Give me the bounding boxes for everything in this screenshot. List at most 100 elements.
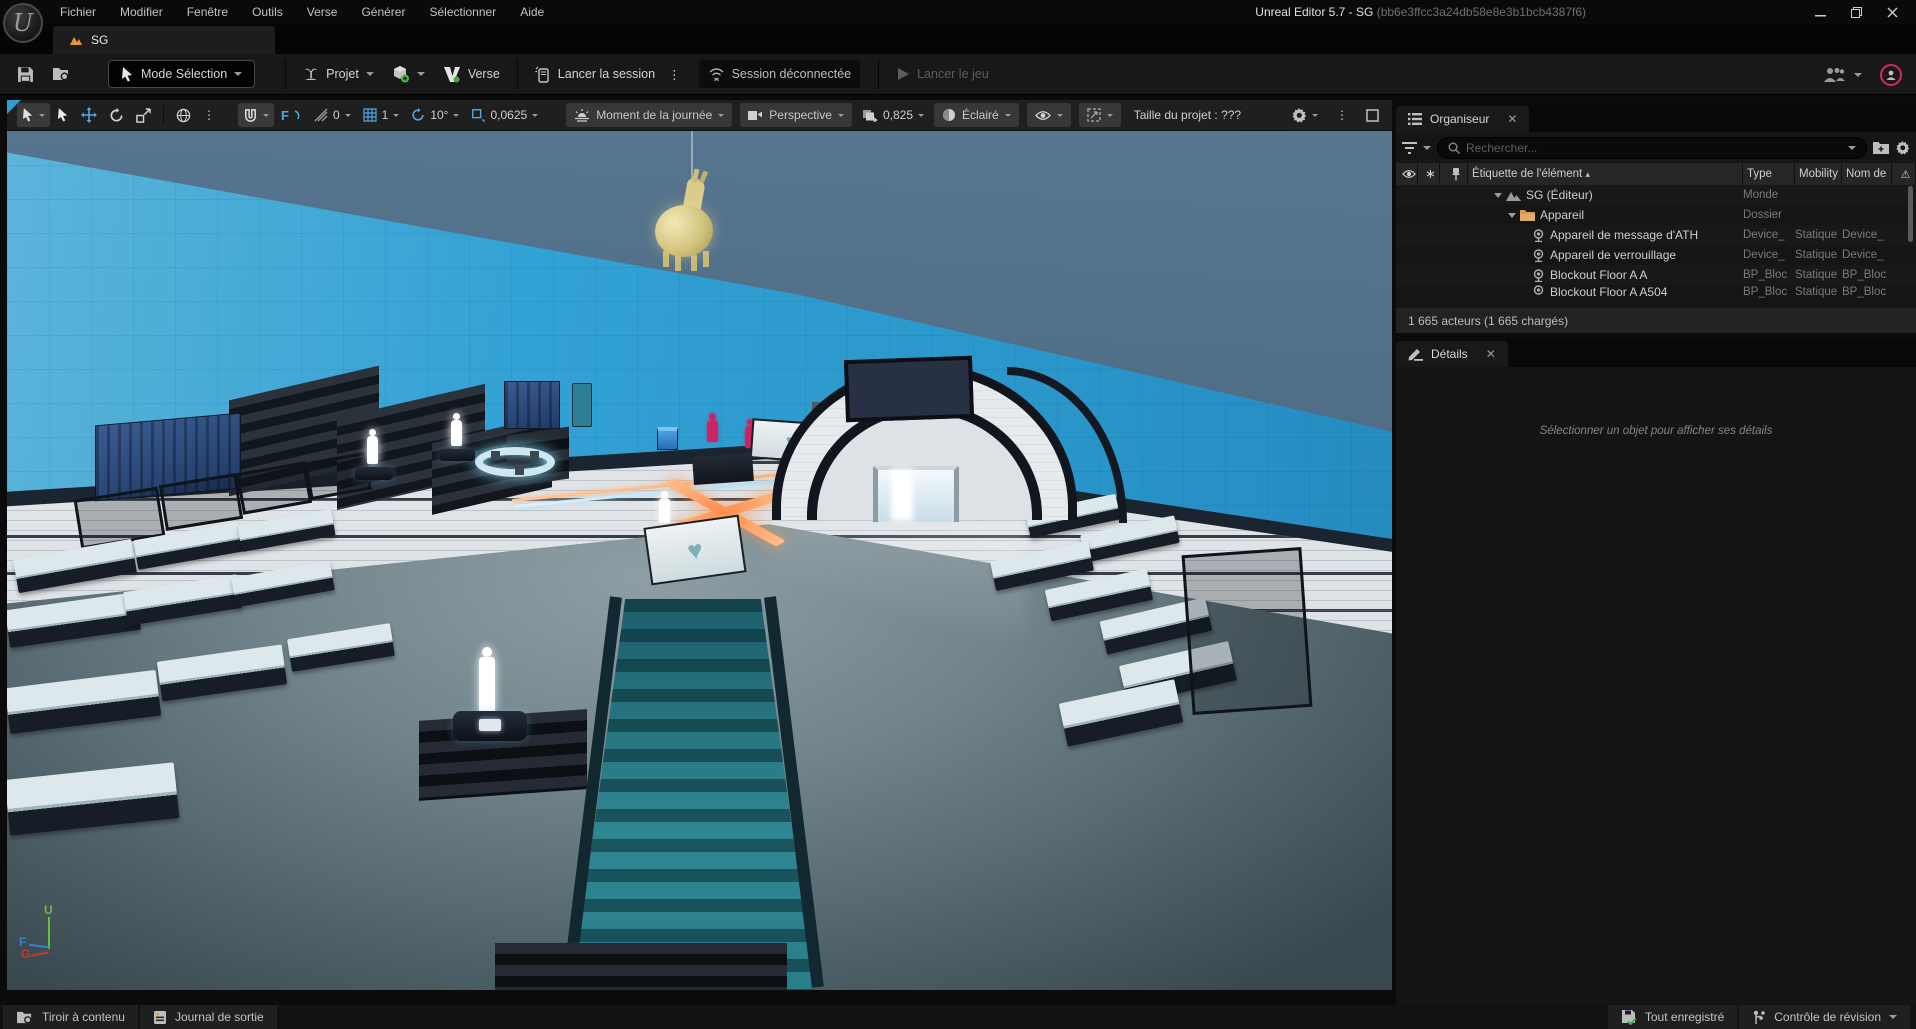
tab-label: SG xyxy=(91,33,108,47)
close-icon[interactable]: ✕ xyxy=(1486,347,1496,361)
snap-dropdown[interactable] xyxy=(238,103,274,127)
camera-speed-dropdown[interactable]: 0,825 xyxy=(857,103,929,127)
rotate-icon xyxy=(109,108,124,123)
output-log-button[interactable]: Journal de sortie xyxy=(140,1005,277,1029)
save-button[interactable] xyxy=(8,59,43,89)
menu-generer[interactable]: Générer xyxy=(349,0,417,24)
scrollbar[interactable] xyxy=(1908,186,1913,242)
launch-session-options-button[interactable]: ⋮ xyxy=(664,59,685,89)
add-content-dropdown[interactable] xyxy=(383,59,434,89)
menu-modifier[interactable]: Modifier xyxy=(108,0,175,24)
surface-snap-button[interactable]: F xyxy=(276,103,307,127)
preview-dashed-icon xyxy=(1087,108,1101,122)
transform-options-button[interactable]: ⋮ xyxy=(198,103,220,127)
folder-icon xyxy=(1520,209,1535,221)
details-empty-message: Sélectionner un objet pour afficher ses … xyxy=(1396,425,1916,437)
chevron-down-icon xyxy=(39,114,45,117)
location-grid-snap-dropdown[interactable]: 0 xyxy=(309,103,356,127)
camera-icon xyxy=(748,110,763,121)
globe-icon xyxy=(176,108,191,123)
favorite-column-header[interactable]: ∗ xyxy=(1418,163,1440,185)
warning-column-header[interactable]: ⚠ xyxy=(1892,163,1916,185)
mode-select-dropdown[interactable]: Mode Sélection xyxy=(108,60,255,88)
pin-column-header[interactable] xyxy=(1440,163,1468,185)
rotation-snap-dropdown[interactable]: 10° xyxy=(406,103,464,127)
menu-selectionner[interactable]: Sélectionner xyxy=(417,0,508,24)
menu-aide[interactable]: Aide xyxy=(508,0,556,24)
browse-content-button[interactable] xyxy=(43,59,80,89)
search-input[interactable] xyxy=(1466,141,1842,155)
expand-arrow[interactable] xyxy=(1508,213,1516,218)
viewport-options-button[interactable]: ⋮ xyxy=(1331,103,1353,127)
session-id: (bb6e3ffcc3a24db58e8e3b1bcb4387f6) xyxy=(1377,5,1586,19)
pin-icon xyxy=(1451,168,1461,181)
move-tool-button[interactable] xyxy=(76,103,102,127)
add-folder-icon[interactable] xyxy=(1873,141,1889,154)
time-of-day-dropdown[interactable]: Moment de la journée xyxy=(566,103,732,127)
chevron-down-icon[interactable] xyxy=(1848,146,1856,150)
select-tool-button[interactable] xyxy=(52,103,74,127)
expand-arrow[interactable] xyxy=(1494,193,1502,198)
chevron-down-icon xyxy=(1107,114,1113,117)
type-column-header[interactable]: Type xyxy=(1743,163,1795,185)
right-dock: Organiseur ✕ ∗ Étiquette de l'élé xyxy=(1396,95,1916,1010)
tab-level-sg[interactable]: SG xyxy=(53,26,275,54)
chevron-down-icon xyxy=(718,114,724,117)
projection-dropdown[interactable]: Perspective xyxy=(740,103,852,127)
save-icon xyxy=(17,66,34,83)
menu-verse[interactable]: Verse xyxy=(295,0,350,24)
gear-icon[interactable] xyxy=(1895,140,1910,155)
mobility-column-header[interactable]: Mobility xyxy=(1795,163,1842,185)
viewport-settings-dropdown[interactable] xyxy=(1286,103,1323,127)
close-button[interactable] xyxy=(1874,0,1910,24)
device-icon xyxy=(1532,269,1545,282)
tab-outliner[interactable]: Organiseur ✕ xyxy=(1396,106,1529,132)
rotate-tool-button[interactable] xyxy=(104,103,129,127)
table-row[interactable]: Blockout Floor A A BP_Bloc Statique BP_B… xyxy=(1396,265,1916,285)
launch-session-button[interactable]: Lancer la session xyxy=(526,59,664,89)
world-space-button[interactable] xyxy=(171,103,196,127)
verse-button[interactable]: Verse xyxy=(434,59,509,89)
minimize-button[interactable] xyxy=(1802,0,1838,24)
tab-details[interactable]: Détails ✕ xyxy=(1396,341,1508,367)
palm-island-icon xyxy=(303,66,319,82)
scale-snap-dropdown[interactable]: 0,0625 xyxy=(466,103,543,127)
account-avatar[interactable] xyxy=(1880,64,1902,86)
preview-options-dropdown[interactable] xyxy=(1079,103,1121,127)
maximize-viewport-button[interactable] xyxy=(1361,103,1384,127)
search-box[interactable] xyxy=(1437,137,1867,159)
table-row[interactable]: SG (Éditeur) Monde xyxy=(1396,185,1916,205)
table-row[interactable]: Appareil de message d'ATH Device_ Statiq… xyxy=(1396,225,1916,245)
saved-status-button[interactable]: Tout enregistré xyxy=(1608,1005,1737,1029)
menu-fichier[interactable]: Fichier xyxy=(48,0,108,24)
maximize-button[interactable] xyxy=(1838,0,1874,24)
filter-icon[interactable] xyxy=(1402,142,1417,154)
name-column-header[interactable]: Nom de xyxy=(1842,163,1892,185)
content-drawer-button[interactable]: Tiroir à contenu xyxy=(3,1005,138,1029)
viewport-canvas[interactable]: ♥ ♥ U F G xyxy=(7,131,1392,990)
launch-session-icon xyxy=(535,66,551,83)
label-column-header[interactable]: Étiquette de l'élément ▴ xyxy=(1468,163,1743,185)
revision-control-button[interactable]: Contrôle de révision xyxy=(1739,1005,1910,1029)
chevron-down-icon xyxy=(1854,73,1862,77)
chevron-down-icon[interactable] xyxy=(1423,146,1431,150)
menu-outils[interactable]: Outils xyxy=(240,0,295,24)
show-flags-dropdown[interactable] xyxy=(1027,103,1071,127)
world-icon xyxy=(1506,190,1521,201)
grid-snap-dropdown[interactable]: 1 xyxy=(358,103,405,127)
menu-fenetre[interactable]: Fenêtre xyxy=(175,0,240,24)
transform-mode-dropdown[interactable] xyxy=(17,103,50,127)
view-mode-dropdown[interactable]: Éclairé xyxy=(934,103,1019,127)
project-size-label: Taille du projet : ??? xyxy=(1134,108,1241,122)
close-icon[interactable]: ✕ xyxy=(1507,112,1517,126)
collaborators-dropdown[interactable] xyxy=(1823,60,1862,90)
table-row[interactable]: Appareil Dossier xyxy=(1396,205,1916,225)
launch-game-button[interactable]: Lancer le jeu xyxy=(887,59,998,89)
scale-tool-button[interactable] xyxy=(131,103,156,127)
project-dropdown[interactable]: Projet xyxy=(294,59,383,89)
cursor-icon xyxy=(57,108,69,122)
viewport-toolbar: ⋮ F 0 1 10° 0,0625 Moment de la journée … xyxy=(7,100,1392,130)
table-row[interactable]: Appareil de verrouillage Device_ Statiqu… xyxy=(1396,245,1916,265)
visibility-column-header[interactable] xyxy=(1396,163,1418,185)
table-row[interactable]: Blockout Floor A A504 BP_Bloc Statique B… xyxy=(1396,285,1916,298)
